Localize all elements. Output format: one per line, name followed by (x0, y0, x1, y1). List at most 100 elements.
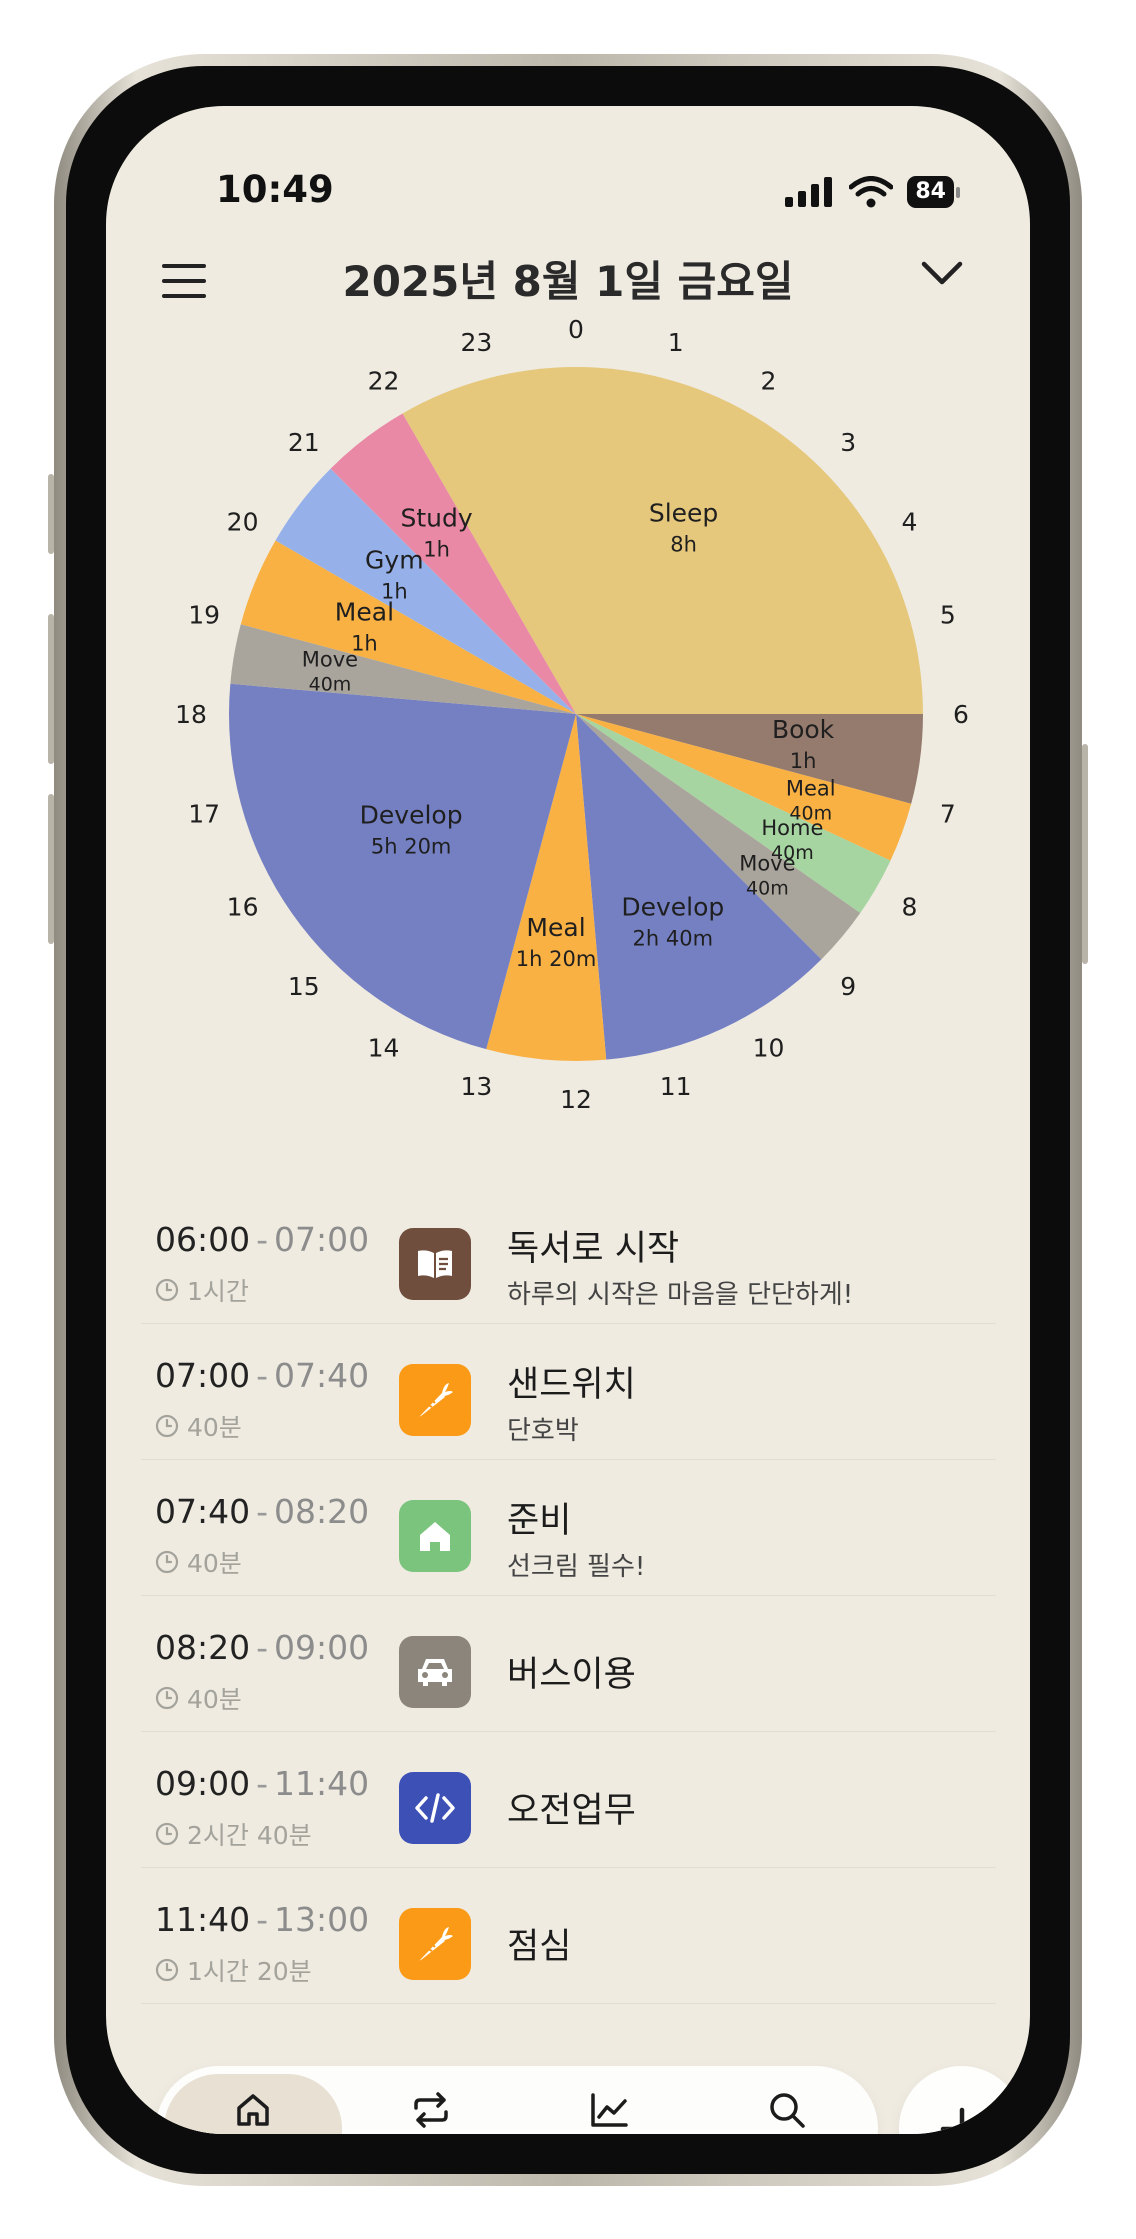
hour-tick-label: 0 (568, 315, 584, 344)
nav-analysis[interactable]: 분석 (520, 2074, 698, 2134)
slice-duration: 1h (790, 749, 817, 773)
slice-label: Gym (365, 546, 424, 575)
start-time: 08:20 (155, 1628, 251, 1667)
slice-label: Move (302, 648, 358, 672)
slice-label: Sleep (649, 499, 718, 528)
slice-label: Meal (786, 776, 836, 800)
hour-tick-label: 8 (901, 893, 917, 922)
activity-title: 독서로 시작 (507, 1229, 680, 1269)
hour-tick-label: 23 (460, 328, 492, 357)
activity-title: 오전업무 (507, 1791, 636, 1831)
hour-tick-label: 12 (560, 1085, 592, 1114)
start-time: 07:00 (155, 1356, 251, 1395)
activity-subtitle: 선크림 필수! (507, 1552, 646, 1582)
start-time: 07:40 (155, 1492, 251, 1531)
start-time: 11:40 (155, 1900, 251, 1939)
hour-tick-label: 17 (188, 800, 220, 829)
slice-label: Study (400, 503, 472, 532)
schedule-row[interactable]: 08:20-09:00 40분 버스이용 (141, 1596, 996, 1732)
phone-frame: 10:49 84 2025년 8월 1일 금요일 Sleep 8h Book 1… (48, 54, 1088, 2186)
slice-label: Meal (526, 913, 585, 942)
activity-title: 샌드위치 (507, 1365, 636, 1405)
nav-home[interactable]: 홈 (164, 2074, 342, 2134)
volume-down-button (48, 794, 54, 944)
schedule-row[interactable]: 09:00-11:40 2시간 40분 오전업무 (141, 1732, 996, 1868)
end-time: 08:20 (274, 1492, 370, 1531)
hour-tick-label: 20 (227, 508, 259, 537)
car-icon (399, 1636, 471, 1708)
hour-tick-label: 18 (175, 700, 207, 729)
slice-duration: 2h 40m (633, 927, 714, 951)
hour-tick-label: 4 (901, 508, 917, 537)
hour-tick-label: 7 (940, 800, 956, 829)
start-time: 09:00 (155, 1764, 251, 1803)
slice-duration: 40m (746, 878, 789, 900)
hour-tick-label: 13 (460, 1072, 492, 1101)
hour-tick-label: 11 (660, 1072, 692, 1101)
bottom-nav: 홈 루틴 분석 (156, 2066, 878, 2134)
hour-tick-label: 3 (840, 428, 856, 457)
daily-pie-chart[interactable]: Sleep8hBook1hMeal40mHome40mMove40mDevelo… (106, 106, 1030, 1206)
repeat-icon (414, 2091, 448, 2128)
hour-tick-label: 22 (368, 367, 400, 396)
hour-tick-label: 2 (761, 367, 777, 396)
duration-text: 40분 (187, 1413, 242, 1442)
clock-icon (155, 1686, 179, 1710)
clock-icon (155, 1414, 179, 1438)
carrot-icon (399, 1908, 471, 1980)
time-range: 11:40-13:00 (155, 1900, 370, 1939)
clock-icon (155, 1278, 179, 1302)
end-time: 11:40 (274, 1764, 370, 1803)
schedule-list: 06:00-07:00 1시간 독서로 시작 하루의 시작은 마음을 단단하게! 07:… (141, 1188, 996, 2004)
phone-bezel: 10:49 84 2025년 8월 1일 금요일 Sleep 8h Book 1… (66, 66, 1070, 2174)
slice-duration: 1h 20m (516, 947, 597, 971)
hour-tick-label: 15 (288, 972, 320, 1001)
clock-icon (155, 1958, 179, 1982)
hour-tick-label: 6 (953, 700, 969, 729)
hour-tick-label: 19 (188, 600, 220, 629)
hour-tick-label: 21 (288, 428, 320, 457)
schedule-row[interactable]: 11:40-13:00 1시간 20분 점심 (141, 1868, 996, 2004)
time-range: 09:00-11:40 (155, 1764, 370, 1803)
duration: 2시간 40분 (155, 1816, 312, 1852)
line-chart-icon (591, 2092, 628, 2127)
nav-search[interactable]: 검색 (698, 2074, 876, 2134)
action-button (48, 474, 54, 554)
duration: 1시간 20분 (155, 1952, 312, 1988)
nav-routine[interactable]: 루틴 (342, 2074, 520, 2134)
end-time: 07:00 (274, 1220, 370, 1259)
hour-tick-label: 10 (753, 1033, 785, 1062)
screen: 10:49 84 2025년 8월 1일 금요일 Sleep 8h Book 1… (106, 106, 1030, 2134)
activity-subtitle: 하루의 시작은 마음을 단단하게! (507, 1280, 854, 1310)
schedule-row[interactable]: 07:00-07:40 40분 샌드위치 단호박 (141, 1324, 996, 1460)
home-icon (399, 1500, 471, 1572)
time-range: 07:00-07:40 (155, 1356, 370, 1395)
slice-duration: 5h 20m (371, 834, 452, 858)
code-icon (399, 1772, 471, 1844)
schedule-row[interactable]: 06:00-07:00 1시간 독서로 시작 하루의 시작은 마음을 단단하게! (141, 1188, 996, 1324)
activity-title: 점심 (507, 1927, 572, 1967)
hour-tick-label: 14 (368, 1033, 400, 1062)
time-range: 07:40-08:20 (155, 1492, 370, 1531)
end-time: 13:00 (274, 1900, 370, 1939)
hour-tick-label: 1 (668, 328, 684, 357)
duration: 40분 (155, 1680, 242, 1716)
slice-label: Book (772, 715, 835, 744)
slice-duration: 8h (670, 533, 697, 557)
slice-label: Develop (360, 800, 463, 829)
activity-title: 준비 (507, 1501, 572, 1541)
schedule-row[interactable]: 07:40-08:20 40분 준비선크림 필수! (141, 1460, 996, 1596)
power-button (1082, 744, 1088, 964)
search-icon (770, 2092, 805, 2128)
duration-text: 1시간 20분 (187, 1957, 312, 1986)
end-time: 07:40 (274, 1356, 370, 1395)
slice-label: Home (761, 816, 823, 840)
duration-text: 40분 (187, 1549, 242, 1578)
clock-icon (155, 1550, 179, 1574)
clock-icon (155, 1822, 179, 1846)
duration-text: 2시간 40분 (187, 1821, 312, 1850)
start-time: 06:00 (155, 1220, 251, 1259)
time-range: 06:00-07:00 (155, 1220, 370, 1259)
time-range: 08:20-09:00 (155, 1628, 370, 1667)
add-button[interactable] (899, 2066, 1024, 2134)
